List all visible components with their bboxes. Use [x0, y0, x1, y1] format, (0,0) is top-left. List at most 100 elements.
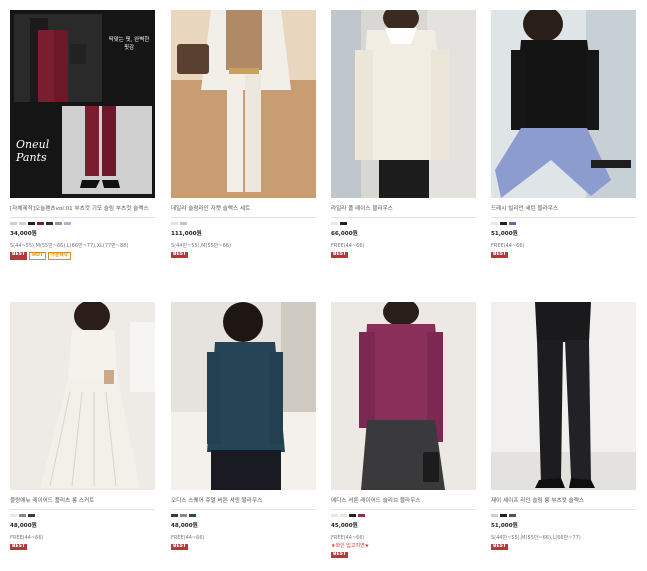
product-photo-bootcut-slacks	[491, 302, 636, 490]
product-photo-teal-blouse	[171, 302, 316, 490]
product-name[interactable]: 라일라 플 레이스 블라우스	[331, 205, 476, 213]
product-price: 34,000원	[10, 231, 37, 237]
color-swatch	[171, 514, 178, 517]
product-size: S(44반~55),M(55반~66)	[171, 243, 231, 249]
color-swatch	[500, 514, 507, 517]
color-swatches	[10, 222, 155, 225]
product-name[interactable]: [자체제작]오늘팬츠vol.01 부츠컷 기모 슬림 부츠컷 슬랙스	[10, 205, 155, 213]
product-size: FREE(44~66)	[171, 535, 205, 541]
color-swatch	[180, 222, 187, 225]
color-swatch	[46, 222, 53, 225]
color-swatch	[509, 222, 516, 225]
product-image[interactable]	[10, 302, 155, 490]
divider	[171, 217, 316, 218]
product-image[interactable]	[171, 10, 316, 198]
product-photo-pleats-skirt	[10, 302, 155, 490]
color-swatch	[331, 222, 338, 225]
color-swatches	[491, 222, 636, 225]
best-badge: BEST	[491, 252, 509, 258]
product-name[interactable]: 드레시 빌리언 세턴 블라우스	[491, 205, 636, 213]
color-swatch	[491, 514, 498, 517]
product-image[interactable]	[331, 10, 476, 198]
color-swatches	[491, 514, 636, 517]
best-badge: BEST	[10, 544, 28, 550]
color-swatch	[10, 222, 17, 225]
product-price: 66,000원	[331, 231, 358, 237]
divider	[10, 217, 155, 218]
product-photo-wine-blouse	[331, 302, 476, 490]
divider	[331, 217, 476, 218]
color-swatch	[331, 514, 338, 517]
product-card[interactable]: 블랑에뉴 레이어드 플리츠 롱 스커트 48,000원 FREE(44~66) …	[10, 302, 155, 550]
product-card[interactable]: 라일라 플 레이스 블라우스 66,000원 FREE(44~66) BEST	[331, 10, 476, 258]
product-size: FREE(44~66)	[331, 243, 365, 249]
product-card[interactable]: 에디스 셔룬 레이어드 슬리브 블라우스 45,000원 FREE(44~66)…	[331, 302, 476, 558]
product-card[interactable]: 제이 셰이프 라인 슬림 롱 부츠컷 슬랙스 51,000원 S(44반~55)…	[491, 302, 636, 550]
color-swatch	[19, 514, 26, 517]
color-swatch	[55, 222, 62, 225]
badge-row: BEST	[171, 544, 316, 550]
color-swatch	[28, 514, 35, 517]
badge-row: BEST HOT 주문제작	[10, 252, 155, 260]
color-swatches	[171, 222, 316, 225]
color-swatch	[491, 222, 498, 225]
hot-badge: HOT	[29, 252, 46, 260]
product-name[interactable]: 에디스 셔룬 레이어드 슬리브 블라우스	[331, 497, 476, 505]
product-price: 48,000원	[10, 523, 37, 529]
best-badge: BEST	[171, 252, 189, 258]
product-price: 48,000원	[171, 523, 198, 529]
product-card[interactable]: 오디스 스퀘어 쥬얼 버튼 셔링 블라우스 48,000원 FREE(44~66…	[171, 302, 316, 550]
divider	[491, 509, 636, 510]
color-swatch	[500, 222, 507, 225]
color-swatch	[349, 514, 356, 517]
badge-row: BEST	[10, 544, 155, 550]
color-swatch	[64, 222, 71, 225]
made-badge: 주문제작	[47, 252, 71, 260]
product-size: S(44반~55),M(55반~66),L(66반~77)	[491, 535, 581, 541]
product-image[interactable]	[491, 10, 636, 198]
color-swatch	[509, 514, 516, 517]
badge-row: BEST	[491, 544, 636, 550]
product-card[interactable]: 드레시 빌리언 세턴 블라우스 51,000원 FREE(44~66) BEST	[491, 10, 636, 258]
best-badge: BEST	[491, 544, 509, 550]
best-badge: BEST	[331, 252, 349, 258]
color-swatch	[37, 222, 44, 225]
product-image[interactable]	[491, 302, 636, 490]
product-size: FREE(44~66)	[331, 535, 365, 541]
badge-row: BEST	[491, 252, 636, 258]
product-image[interactable]: 딱맞는 핏, 완벽한 핏감 Oneul Pants	[10, 10, 155, 198]
divider	[171, 509, 316, 510]
product-size: FREE(44~66)	[10, 535, 44, 541]
color-swatch	[28, 222, 35, 225]
best-badge: BEST	[10, 252, 28, 260]
color-swatch	[180, 514, 187, 517]
product-image[interactable]	[171, 302, 316, 490]
color-swatch	[358, 514, 365, 517]
divider	[331, 509, 476, 510]
product-card[interactable]: 딱맞는 핏, 완벽한 핏감 Oneul Pants [자체제작]오늘팬츠vol.…	[10, 10, 155, 260]
divider	[491, 217, 636, 218]
product-photo-jacket-set	[171, 10, 316, 198]
product-size: FREE(44~66)	[491, 243, 525, 249]
color-swatch	[340, 222, 347, 225]
color-swatch	[189, 514, 196, 517]
product-name[interactable]: 블랑에뉴 레이어드 플리츠 롱 스커트	[10, 497, 155, 505]
badge-row: BEST	[331, 552, 476, 558]
best-badge: BEST	[171, 544, 189, 550]
product-price: 45,000원	[331, 523, 358, 529]
best-badge: BEST	[331, 552, 349, 558]
badge-row: BEST	[171, 252, 316, 258]
color-swatches	[331, 514, 476, 517]
color-swatch	[171, 222, 178, 225]
product-name[interactable]: 오디스 스퀘어 쥬얼 버튼 셔링 블라우스	[171, 497, 316, 505]
product-image[interactable]	[331, 302, 476, 490]
product-price: 51,000원	[491, 231, 518, 237]
color-swatches	[10, 514, 155, 517]
product-price: 51,000원	[491, 523, 518, 529]
product-name[interactable]: 제이 셰이프 라인 슬림 롱 부츠컷 슬랙스	[491, 497, 636, 505]
product-card[interactable]: 데일리 슬림라인 자켓 슬랙스 세트 111,000원 S(44반~55),M(…	[171, 10, 316, 258]
color-swatch	[19, 222, 26, 225]
product-name[interactable]: 데일리 슬림라인 자켓 슬랙스 세트	[171, 205, 316, 213]
color-swatch	[10, 514, 17, 517]
product-photo-lace-blouse	[331, 10, 476, 198]
